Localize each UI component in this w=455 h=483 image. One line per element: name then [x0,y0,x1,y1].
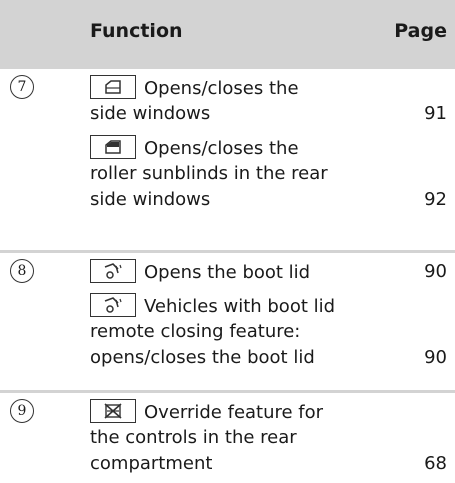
page-number: 90 [424,347,447,368]
override-icon [90,399,136,423]
page-number: 92 [424,189,447,210]
page-number: 68 [424,453,447,474]
function-line: Override feature for [90,399,323,426]
table-header: Function Page [0,0,455,66]
function-line: Opens the boot lid [90,259,310,286]
header-page: Page [394,20,447,42]
function-table: Function Page 7 Opens/closes the side wi… [0,0,455,483]
function-line: Opens/closes the [90,75,299,102]
page-number: 91 [424,103,447,124]
callout-number: 8 [10,259,34,283]
sunblind-icon [90,135,136,159]
function-line: the controls in the rear [90,427,297,448]
function-line: Opens/closes the [90,135,299,162]
function-line: side windows [90,189,211,210]
callout-number: 9 [10,399,34,423]
function-line: roller sunblinds in the rear [90,163,328,184]
window-icon [90,75,136,99]
function-line: Vehicles with boot lid [90,293,335,320]
boot-lid-icon [90,293,136,317]
function-line: opens/closes the boot lid [90,347,315,368]
function-line: side windows [90,103,211,124]
boot-lid-icon [90,259,136,283]
header-function: Function [90,20,183,42]
table-row: 8 Opens the boot lid Vehicles with boot … [0,250,455,390]
function-line: remote closing feature: [90,321,301,342]
callout-number: 7 [10,75,34,99]
page-number: 90 [424,261,447,282]
table-row: 9 Override feature for the controls in t… [0,390,455,483]
table-row: 7 Opens/closes the side windows Opens/cl… [0,66,455,250]
function-line: compartment [90,453,213,474]
